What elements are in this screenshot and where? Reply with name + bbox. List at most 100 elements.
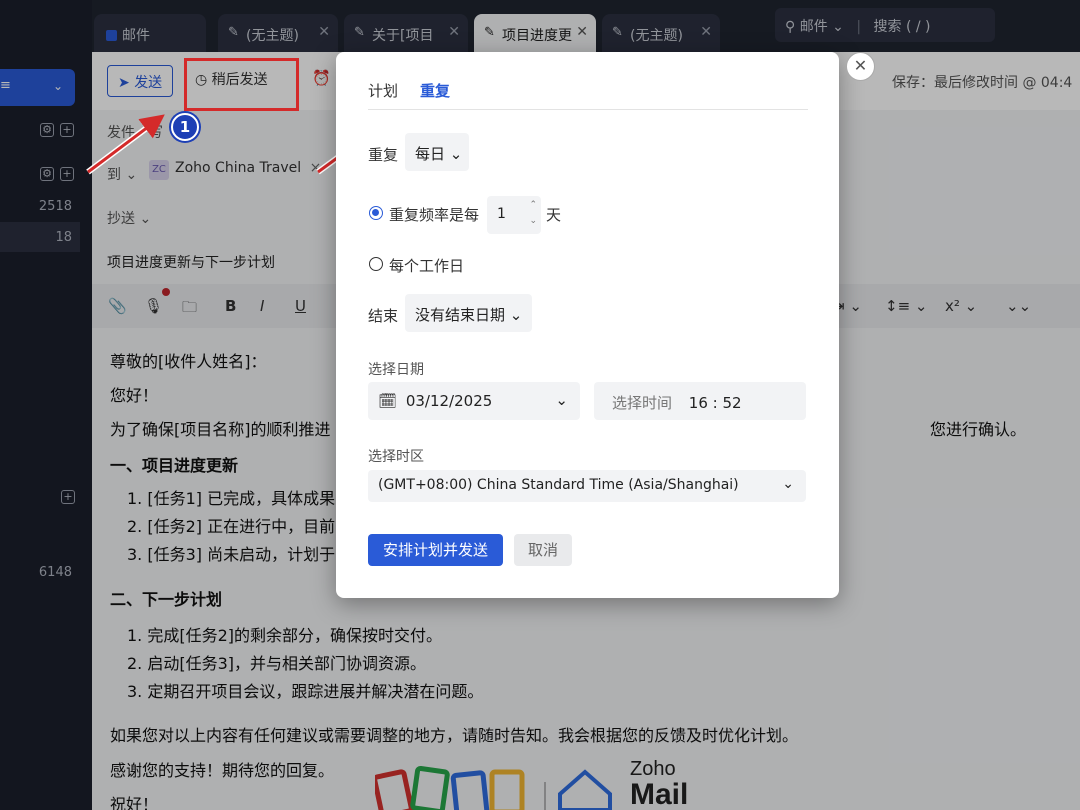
pencil-icon: ✎: [612, 25, 623, 40]
italic-icon[interactable]: I: [260, 297, 264, 315]
tab-label: 邮件: [122, 28, 150, 44]
tab-label: (无主题): [630, 28, 683, 44]
email-closing: 感谢您的支持！期待您的回复。: [110, 761, 335, 780]
to-label[interactable]: 到 ⌄: [107, 164, 137, 184]
send-label: 发送: [134, 75, 163, 91]
bold-icon[interactable]: B: [225, 297, 236, 315]
chevron-down-icon: ⌄: [827, 19, 844, 35]
timezone-select[interactable]: (GMT+08:00) China Standard Time (Asia/Sh…: [368, 470, 806, 502]
section-heading: 一、项目进度更新: [110, 456, 239, 475]
close-icon[interactable]: ✕: [448, 24, 460, 40]
radio-frequency[interactable]: [369, 206, 383, 220]
add-icon[interactable]: +: [61, 490, 75, 504]
repeat-select[interactable]: 每日 ⌄: [405, 133, 469, 171]
recipient-chip[interactable]: ZC Zoho China Travel ×: [149, 160, 321, 186]
save-status: 保存：最后修改时间 @ 04:4: [892, 75, 1073, 91]
date-value: 03/12/2025: [405, 392, 493, 410]
pencil-icon: ✎: [354, 25, 365, 40]
remove-icon[interactable]: ×: [310, 160, 322, 176]
list-item: 2. 启动[任务3]，并与相关部门协调资源。: [127, 654, 427, 673]
email-closing: 如果您对以上内容有任何建议或需要调整的地方，请随时告知。我会根据您的反馈及时优化…: [110, 726, 799, 745]
date-picker[interactable]: 🗓 03/12/2025 ⌄: [368, 382, 580, 420]
cancel-button[interactable]: 取消: [514, 534, 572, 566]
dropdown-fragment: ≡: [0, 78, 11, 93]
timezone-value: (GMT+08:00) China Standard Time (Asia/Sh…: [378, 477, 739, 493]
cc-label[interactable]: 抄送 ⌄: [107, 208, 151, 228]
weekday-label: 每个工作日: [389, 257, 465, 275]
divider: |: [856, 19, 862, 35]
chevron-down-icon: ⌄: [555, 391, 568, 409]
frequency-value: 1: [497, 206, 506, 222]
tab-mail[interactable]: 邮件: [94, 14, 206, 52]
tag-actions: ⚙ +: [40, 167, 74, 183]
mail-icon: [106, 30, 117, 41]
tab-draft[interactable]: ✎ (无主题) ✕: [602, 14, 720, 52]
tab-label: 关于[项目: [372, 28, 434, 44]
zoho-mail-logo: Zoho Mail: [372, 758, 735, 810]
email-closing: 祝好！: [110, 795, 159, 810]
timezone-label: 选择时区: [368, 449, 424, 465]
list-item: 2. [任务2] 正在进行中，目前: [127, 517, 336, 536]
close-icon[interactable]: ✕: [846, 52, 875, 81]
tab-plan[interactable]: 计划: [368, 80, 398, 101]
more-icon[interactable]: ⌄⌄: [1006, 297, 1031, 315]
annotation-highlight-send-later: [184, 58, 299, 111]
from-label: 发件写: [107, 125, 163, 141]
alarm-icon[interactable]: ⏰: [312, 69, 331, 87]
folder-count: 6148: [38, 565, 72, 580]
section-heading: 二、下一步计划: [110, 590, 223, 609]
frequency-stepper[interactable]: 1 ⌃ ⌄: [487, 196, 541, 234]
filter-settings-icon[interactable]: ⚙: [40, 123, 54, 137]
line-height-icon[interactable]: ↕≡ ⌄: [885, 297, 927, 315]
search-scope[interactable]: 邮件: [800, 19, 828, 35]
end-select[interactable]: 没有结束日期 ⌄: [405, 294, 532, 332]
send-button[interactable]: ➤ 发送: [107, 65, 173, 97]
list-item: 3. [任务3] 尚未启动，计划于: [127, 545, 336, 564]
send-icon: ➤: [118, 75, 130, 91]
tab-draft[interactable]: ✎ 关于[项目 ✕: [344, 14, 468, 52]
calendar-icon: 🗓: [378, 392, 398, 410]
time-picker[interactable]: 选择时间 16 : 52: [594, 382, 806, 420]
attach-icon[interactable]: 📎: [108, 297, 127, 315]
frequency-label: 重复频率是每: [389, 206, 480, 224]
end-label: 结束: [368, 307, 399, 325]
search-input[interactable]: ⚲ 邮件 ⌄ | 搜索 ( / ): [775, 8, 995, 42]
chevron-down-icon: ⌄: [509, 306, 523, 324]
date-label: 选择日期: [368, 362, 424, 378]
email-intro: 为了确保[项目名称]的顺利推进: [110, 420, 331, 439]
radio-weekday[interactable]: [369, 257, 383, 271]
folder-count: 2518: [38, 199, 72, 214]
pencil-icon: ✎: [484, 25, 495, 40]
email-hello: 您好！: [110, 386, 159, 405]
schedule-send-button[interactable]: 安排计划并发送: [368, 534, 503, 566]
add-tag-icon[interactable]: +: [60, 167, 74, 181]
email-intro-tail: 您进行确认。: [930, 420, 1027, 439]
tab-label: 项目进度更: [502, 28, 572, 44]
chevron-down-icon[interactable]: ⌄: [529, 216, 537, 226]
chevron-up-icon[interactable]: ⌃: [529, 200, 537, 210]
microphone-icon[interactable]: 🎙: [144, 297, 163, 315]
list-item: 3. 定期召开项目会议，跟踪进展并解决潜在问题。: [127, 682, 484, 701]
close-icon[interactable]: ✕: [576, 24, 588, 40]
tab-draft[interactable]: ✎ (无主题) ✕: [218, 14, 338, 52]
repeat-value: 每日: [415, 145, 446, 163]
email-greeting: 尊敬的[收件人姓名]：: [110, 352, 267, 371]
search-placeholder: 搜索 ( / ): [873, 19, 931, 35]
repeat-label: 重复: [368, 146, 399, 164]
underline-icon[interactable]: U: [295, 297, 306, 315]
folder-dropdown[interactable]: ≡ ⌄: [0, 69, 75, 106]
subject-field[interactable]: 项目进度更新与下一步计划: [107, 252, 275, 272]
gear-icon[interactable]: ⚙: [40, 167, 54, 181]
folder-count: 18: [55, 230, 72, 245]
superscript-icon[interactable]: x² ⌄: [945, 297, 977, 315]
folder-icon[interactable]: 🗀: [182, 297, 197, 322]
left-sidebar: ≡ ⌄ ⚙ + ⚙ + 2518 18 + 6148: [0, 0, 92, 810]
tab-repeat[interactable]: 重复: [420, 80, 450, 101]
add-folder-icon[interactable]: +: [60, 123, 74, 137]
time-label: 选择时间: [612, 394, 673, 412]
time-value: 16 : 52: [688, 394, 742, 412]
close-icon[interactable]: ✕: [700, 24, 712, 40]
close-icon[interactable]: ✕: [318, 24, 330, 40]
schedule-dialog: 计划 重复 重复 每日 ⌄ 重复频率是每 1 ⌃ ⌄ 天 每个工作日 结束 没有…: [336, 52, 839, 598]
tab-draft-active[interactable]: ✎ 项目进度更 ✕: [474, 14, 596, 52]
